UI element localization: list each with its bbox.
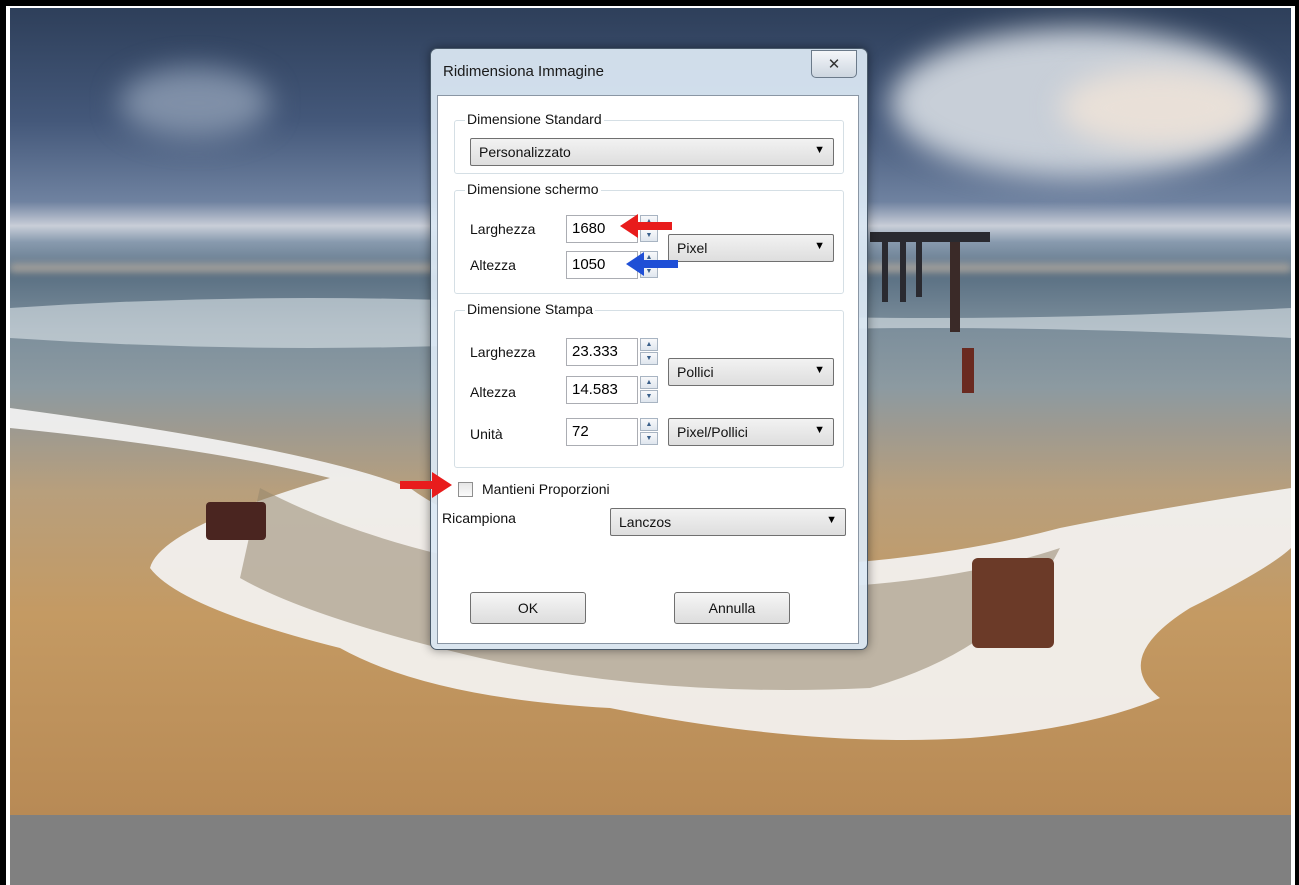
chevron-down-icon: ▼ (814, 364, 825, 376)
close-icon: ✕ (827, 56, 841, 73)
dialog-title: Ridimensiona Immagine (443, 63, 604, 80)
pier-post (950, 242, 960, 332)
print-width-spinner[interactable]: ▲ ▼ (640, 338, 658, 366)
print-width-input[interactable]: 23.333 (566, 338, 638, 366)
resample-value: Lanczos (619, 514, 672, 530)
spin-down-icon[interactable]: ▼ (640, 352, 658, 365)
resample-select[interactable]: Lanczos ▼ (610, 508, 846, 536)
print-size-label: Dimensione Stampa (465, 301, 596, 317)
ok-button[interactable]: OK (470, 592, 586, 624)
dialog-client-area: Dimensione Standard Personalizzato ▼ Dim… (437, 95, 859, 644)
resolution-unit-select[interactable]: Pixel/Pollici ▼ (668, 418, 834, 446)
screen-height-label: Altezza (470, 257, 516, 273)
screen-unit-select[interactable]: Pixel ▼ (668, 234, 834, 262)
cancel-button[interactable]: Annulla (674, 592, 790, 624)
pier-post (916, 242, 922, 297)
pier-post (900, 242, 906, 302)
print-height-label: Altezza (470, 384, 516, 400)
keep-proportions-checkbox[interactable] (458, 482, 473, 497)
pier-deck (870, 232, 990, 242)
resolution-unit-value: Pixel/Pollici (677, 424, 748, 440)
print-unit-value: Pollici (677, 364, 714, 380)
print-height-input[interactable]: 14.583 (566, 376, 638, 404)
spin-down-icon[interactable]: ▼ (640, 432, 658, 445)
chevron-down-icon: ▼ (814, 424, 825, 436)
red-arrow-left-icon (620, 214, 672, 238)
chevron-down-icon: ▼ (826, 514, 837, 526)
standard-size-select[interactable]: Personalizzato ▼ (470, 138, 834, 166)
stump (206, 502, 266, 540)
close-button[interactable]: ✕ (811, 50, 857, 78)
resample-label: Ricampiona (442, 510, 516, 526)
resolution-spinner[interactable]: ▲ ▼ (640, 418, 658, 446)
screen-size-label: Dimensione schermo (465, 181, 601, 197)
blue-arrow-left-icon (626, 252, 678, 276)
print-height-spinner[interactable]: ▲ ▼ (640, 376, 658, 404)
bottom-gray-bar (10, 815, 1291, 885)
standard-size-label: Dimensione Standard (465, 111, 604, 127)
spin-down-icon[interactable]: ▼ (640, 390, 658, 403)
keep-proportions-label[interactable]: Mantieni Proporzioni (482, 481, 610, 497)
spin-up-icon[interactable]: ▲ (640, 338, 658, 351)
red-arrow-right-icon (400, 472, 452, 498)
chevron-down-icon: ▼ (814, 144, 825, 156)
screen-unit-value: Pixel (677, 240, 708, 256)
resolution-label: Unità (470, 426, 503, 442)
resolution-input[interactable]: 72 (566, 418, 638, 446)
spin-up-icon[interactable]: ▲ (640, 376, 658, 389)
screen-width-label: Larghezza (470, 221, 536, 237)
resize-image-dialog: Ridimensiona Immagine ✕ Dimensione Stand… (430, 48, 868, 650)
chevron-down-icon: ▼ (814, 240, 825, 252)
pier-post (962, 348, 974, 393)
print-width-label: Larghezza (470, 344, 536, 360)
print-unit-select[interactable]: Pollici ▼ (668, 358, 834, 386)
rusted-stump (972, 558, 1054, 648)
standard-size-value: Personalizzato (479, 144, 571, 160)
spin-up-icon[interactable]: ▲ (640, 418, 658, 431)
pier-post (882, 242, 888, 302)
